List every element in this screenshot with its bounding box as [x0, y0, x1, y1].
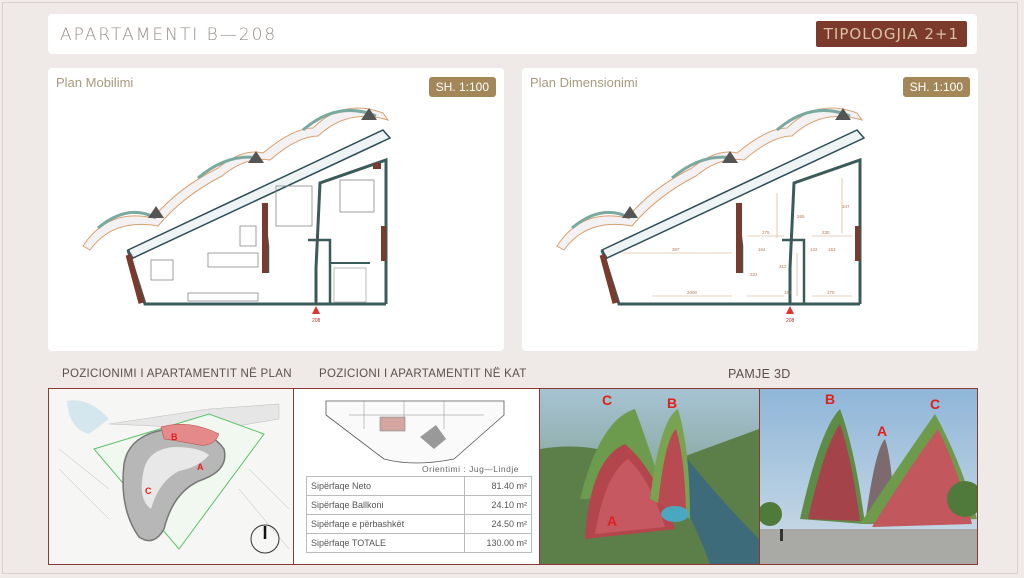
- site-plan-cell: B A C: [49, 389, 293, 564]
- furniture-plan-card: Plan Mobilimi SH. 1:100 208: [48, 68, 504, 351]
- table-row: Sipërfaqe Ballkoni 24.10 m²: [306, 495, 532, 515]
- site-label-a: A: [197, 462, 204, 472]
- table-row: Sipërfaqe e përbashkët 24.50 m²: [306, 514, 532, 534]
- site-label-c: C: [145, 486, 152, 496]
- dimension-plan-drawing: 387 275 230 164 132 163 222 2000 183 270…: [556, 107, 866, 324]
- apartment-marker-label-2: 208: [786, 318, 795, 324]
- areas-table: Sipërfaqe Neto 81.40 m² Sipërfaqe Ballkon…: [306, 476, 532, 553]
- dim-label-13: 347: [842, 204, 850, 209]
- street-label-b: B: [825, 391, 835, 407]
- table-row: Sipërfaqe Neto 81.40 m²: [306, 476, 532, 496]
- furniture-plan-drawing: 208: [82, 107, 392, 324]
- dim-label-10: 270: [827, 290, 835, 295]
- header-bar: APARTAMENTI B—208 TIPOLOGJIA 2+1: [48, 14, 977, 54]
- dim-label-11: 312: [779, 264, 787, 269]
- street-label-c: C: [930, 396, 940, 412]
- area-label: Sipërfaqe Ballkoni: [306, 495, 465, 515]
- table-row: Sipërfaqe TOTALE 130.00 m²: [306, 533, 532, 553]
- dim-label-6: 163: [828, 247, 836, 252]
- dim-label-9: 183: [784, 290, 792, 295]
- dim-label-4: 164: [758, 247, 766, 252]
- street-label-a: A: [877, 423, 887, 439]
- position-floor-title: POZICIONI I APARTAMENTIT NË KAT: [319, 368, 527, 380]
- bottom-panel: B A C Orientimi : Jug—Lindje Sipërfaqe N…: [48, 388, 978, 565]
- area-label: Sipërfaqe e përbashkët: [306, 514, 465, 534]
- orientation-text: Orientimi : Jug—Lindje: [422, 464, 519, 474]
- floor-position-cell: Orientimi : Jug—Lindje Sipërfaqe Neto 81.…: [294, 389, 539, 564]
- aerial-label-a: A: [607, 513, 617, 529]
- area-label: Sipërfaqe TOTALE: [306, 533, 465, 553]
- area-value: 81.40 m²: [464, 476, 532, 496]
- dim-label-1: 387: [672, 247, 680, 252]
- site-plan-map: B A C: [49, 389, 293, 564]
- dim-label-5: 132: [810, 247, 818, 252]
- apartment-title: APARTAMENTI B—208: [60, 25, 278, 45]
- view-3d-title: PAMJE 3D: [728, 367, 791, 381]
- typology-badge: TIPOLOGJIA 2+1: [815, 21, 967, 47]
- aerial-render: C B A: [540, 389, 759, 564]
- dim-label-12: 265: [797, 214, 805, 219]
- area-value: 24.10 m²: [464, 495, 532, 515]
- dim-label-8: 2000: [687, 290, 698, 295]
- floor-key-plan: [325, 400, 505, 464]
- dimension-plan-card: Plan Dimensionimi SH. 1:100 387 275 230 …: [522, 68, 978, 351]
- apartment-marker-label: 208: [312, 318, 321, 324]
- position-plan-title: POZICIONIMI I APARTAMENTIT NË PLAN: [62, 368, 292, 380]
- area-value: 24.50 m²: [464, 514, 532, 534]
- render-photo-street: B A C: [760, 389, 977, 564]
- site-label-b: B: [171, 432, 178, 442]
- aerial-label-c: C: [602, 392, 612, 408]
- dim-label-2: 275: [762, 230, 770, 235]
- render-photo-aerial: C B A: [540, 389, 759, 564]
- aerial-label-b: B: [667, 395, 677, 411]
- dim-label-3: 230: [822, 230, 830, 235]
- area-value: 130.00 m²: [464, 533, 532, 553]
- area-label: Sipërfaqe Neto: [306, 476, 465, 496]
- street-render: B A C: [760, 389, 977, 564]
- dim-label-7: 222: [750, 272, 758, 277]
